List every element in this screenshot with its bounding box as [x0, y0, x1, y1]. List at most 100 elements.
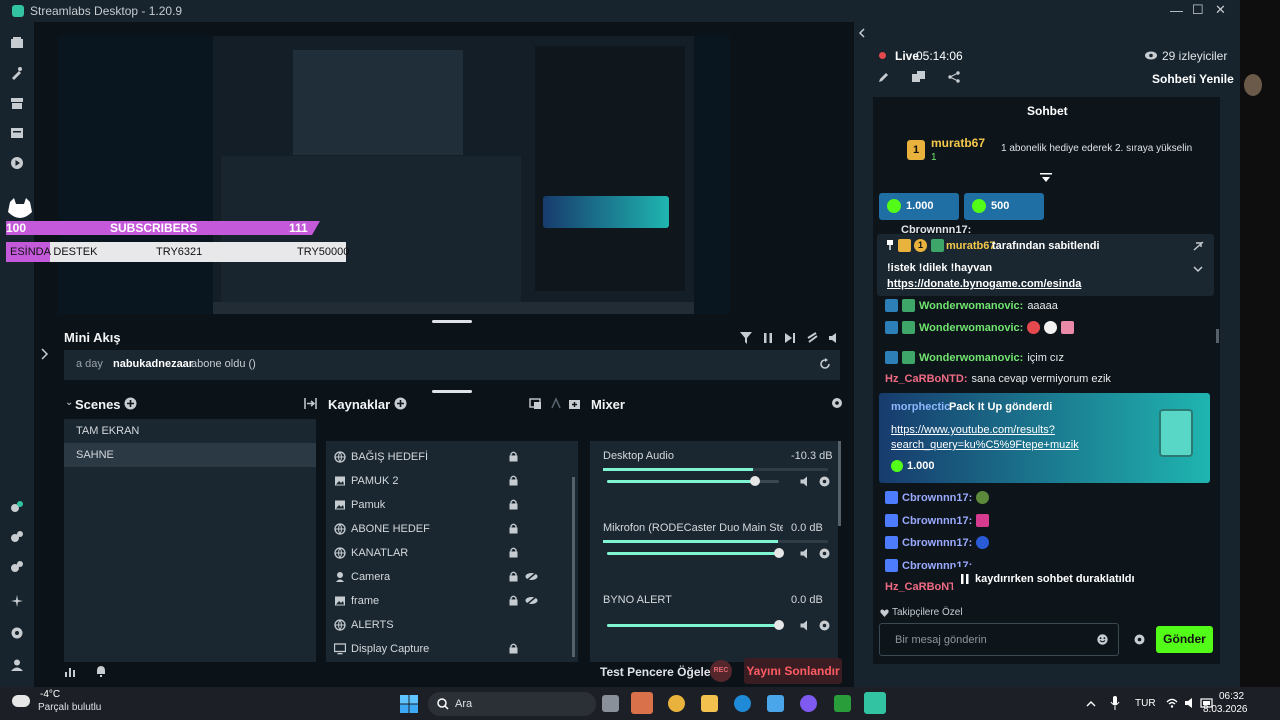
- wifi-icon[interactable]: [1166, 698, 1178, 708]
- maximize-button[interactable]: ☐: [1192, 2, 1204, 18]
- mixer-scrollbar[interactable]: [838, 441, 841, 526]
- volume-slider-handle[interactable]: [774, 548, 784, 558]
- alerts-icon[interactable]: [10, 560, 24, 574]
- add-source-icon[interactable]: [394, 397, 407, 410]
- resize-handle-2[interactable]: [432, 390, 472, 393]
- skip-icon[interactable]: [784, 332, 796, 344]
- lock-icon[interactable]: [509, 595, 518, 606]
- scene-transitions-icon[interactable]: [304, 397, 317, 410]
- filter-icon[interactable]: [740, 332, 752, 344]
- source-item[interactable]: ALERTS: [326, 613, 566, 637]
- copilot-app-icon[interactable]: [631, 692, 653, 714]
- chat-settings-gear-icon[interactable]: [1134, 634, 1145, 645]
- microphone-icon[interactable]: [1110, 696, 1120, 710]
- stream-preview[interactable]: [58, 36, 730, 314]
- edit-pencil-icon[interactable]: [878, 71, 890, 83]
- source-item[interactable]: Camera: [326, 565, 566, 589]
- lock-icon[interactable]: [509, 547, 518, 558]
- user-icon[interactable]: [10, 658, 24, 672]
- lock-icon[interactable]: [509, 499, 518, 510]
- obs-icon[interactable]: [800, 695, 817, 712]
- channel-settings-gear-icon[interactable]: [819, 620, 830, 631]
- settings-gear-icon[interactable]: [10, 626, 24, 640]
- file-explorer-icon[interactable]: [701, 695, 718, 712]
- mute-alerts-icon[interactable]: [806, 332, 818, 344]
- lock-icon[interactable]: [509, 475, 518, 486]
- chat-scrollbar[interactable]: [1216, 329, 1219, 343]
- chrome-icon[interactable]: [668, 695, 685, 712]
- lock-icon[interactable]: [509, 643, 518, 654]
- play-icon[interactable]: [10, 156, 24, 170]
- source-item[interactable]: KANATLAR: [326, 541, 566, 565]
- visibility-off-icon[interactable]: [525, 595, 538, 606]
- add-scene-icon[interactable]: [124, 397, 137, 410]
- layout-icon[interactable]: [10, 126, 24, 140]
- collapse-chat-chevron-icon[interactable]: [858, 28, 866, 38]
- taskbar-search[interactable]: Ara: [428, 692, 596, 716]
- stats-icon[interactable]: [64, 666, 76, 678]
- themes-icon[interactable]: [10, 66, 24, 80]
- store-app-icon[interactable]: [767, 695, 784, 712]
- source-item[interactable]: frame: [326, 589, 566, 613]
- volume-icon[interactable]: [800, 620, 811, 631]
- apps-icon[interactable]: [10, 530, 24, 544]
- volume-slider[interactable]: [607, 620, 784, 630]
- language-indicator[interactable]: TUR: [1135, 698, 1156, 709]
- share-icon[interactable]: [948, 71, 960, 83]
- visibility-off-icon[interactable]: [525, 571, 538, 582]
- close-button[interactable]: ✕: [1215, 2, 1226, 18]
- pause-icon[interactable]: [762, 332, 774, 344]
- streamlabs-app-icon[interactable]: [864, 692, 886, 714]
- notifications-bell-icon[interactable]: [95, 665, 107, 677]
- lock-icon[interactable]: [509, 451, 518, 462]
- test-widgets-button[interactable]: Test Pencere Öğeleri: [600, 665, 719, 679]
- task-view-icon[interactable]: [602, 695, 619, 712]
- dashboard-icon[interactable]: [912, 71, 925, 83]
- sparkle-icon[interactable]: [10, 594, 24, 608]
- source-item[interactable]: ABONE HEDEF: [326, 517, 566, 541]
- chat-input[interactable]: Bir mesaj gönderin: [879, 623, 1119, 656]
- speaker-icon[interactable]: [1184, 697, 1196, 709]
- volume-icon[interactable]: [800, 476, 811, 487]
- channel-settings-gear-icon[interactable]: [819, 548, 830, 559]
- scene-item-selected[interactable]: SAHNE: [64, 443, 316, 467]
- end-stream-button[interactable]: Yayını Sonlandır: [744, 658, 842, 684]
- refresh-chat-button[interactable]: Sohbeti Yenile: [1152, 72, 1234, 86]
- source-item[interactable]: PAMUK 2: [326, 469, 566, 493]
- windows-start-icon[interactable]: [400, 695, 418, 713]
- lock-icon[interactable]: [509, 571, 518, 582]
- xbox-icon[interactable]: [834, 695, 851, 712]
- source-item[interactable]: Pamuk: [326, 493, 566, 517]
- pinned-message[interactable]: 1 muratb67 tarafından sabitlendi !istek …: [877, 234, 1214, 296]
- unpin-icon[interactable]: [1193, 241, 1204, 251]
- editor-icon[interactable]: [10, 36, 24, 50]
- emoji-icon[interactable]: [1097, 634, 1108, 645]
- source-item[interactable]: BAĞIŞ HEDEFİ: [326, 445, 566, 469]
- volume-icon[interactable]: [828, 332, 840, 344]
- channel-settings-gear-icon[interactable]: [819, 476, 830, 487]
- volume-slider-handle[interactable]: [774, 620, 784, 630]
- chat-paused-banner[interactable]: kaydırırken sohbet duraklatıldı: [953, 567, 1143, 591]
- expand-chevron-icon[interactable]: [41, 348, 49, 360]
- source-filter-icon[interactable]: [550, 397, 563, 410]
- send-button[interactable]: Gönder: [1156, 626, 1213, 653]
- collapse-chevron-icon[interactable]: ⌄: [65, 397, 73, 408]
- expand-chevron-down-icon[interactable]: [1193, 266, 1203, 273]
- volume-slider-handle[interactable]: [750, 476, 760, 486]
- pinned-link[interactable]: https://donate.bynogame.com/esinda: [887, 278, 1081, 290]
- volume-slider[interactable]: [607, 476, 779, 486]
- gift-link-line-1[interactable]: https://www.youtube.com/results?: [891, 424, 1055, 436]
- resize-handle[interactable]: [432, 320, 472, 323]
- collab-icon[interactable]: [10, 500, 24, 514]
- sources-scrollbar[interactable]: [572, 477, 575, 657]
- minimize-button[interactable]: —: [1170, 3, 1183, 18]
- edge-icon[interactable]: [734, 695, 751, 712]
- tray-chevron-up-icon[interactable]: [1086, 700, 1096, 707]
- record-button[interactable]: REC: [710, 660, 732, 682]
- volume-icon[interactable]: [800, 548, 811, 559]
- store-icon[interactable]: [10, 96, 24, 110]
- folder-add-icon[interactable]: [568, 397, 581, 410]
- scene-item[interactable]: TAM EKRAN: [64, 419, 316, 443]
- source-item[interactable]: Display Capture: [326, 637, 566, 661]
- replay-icon[interactable]: [819, 358, 831, 370]
